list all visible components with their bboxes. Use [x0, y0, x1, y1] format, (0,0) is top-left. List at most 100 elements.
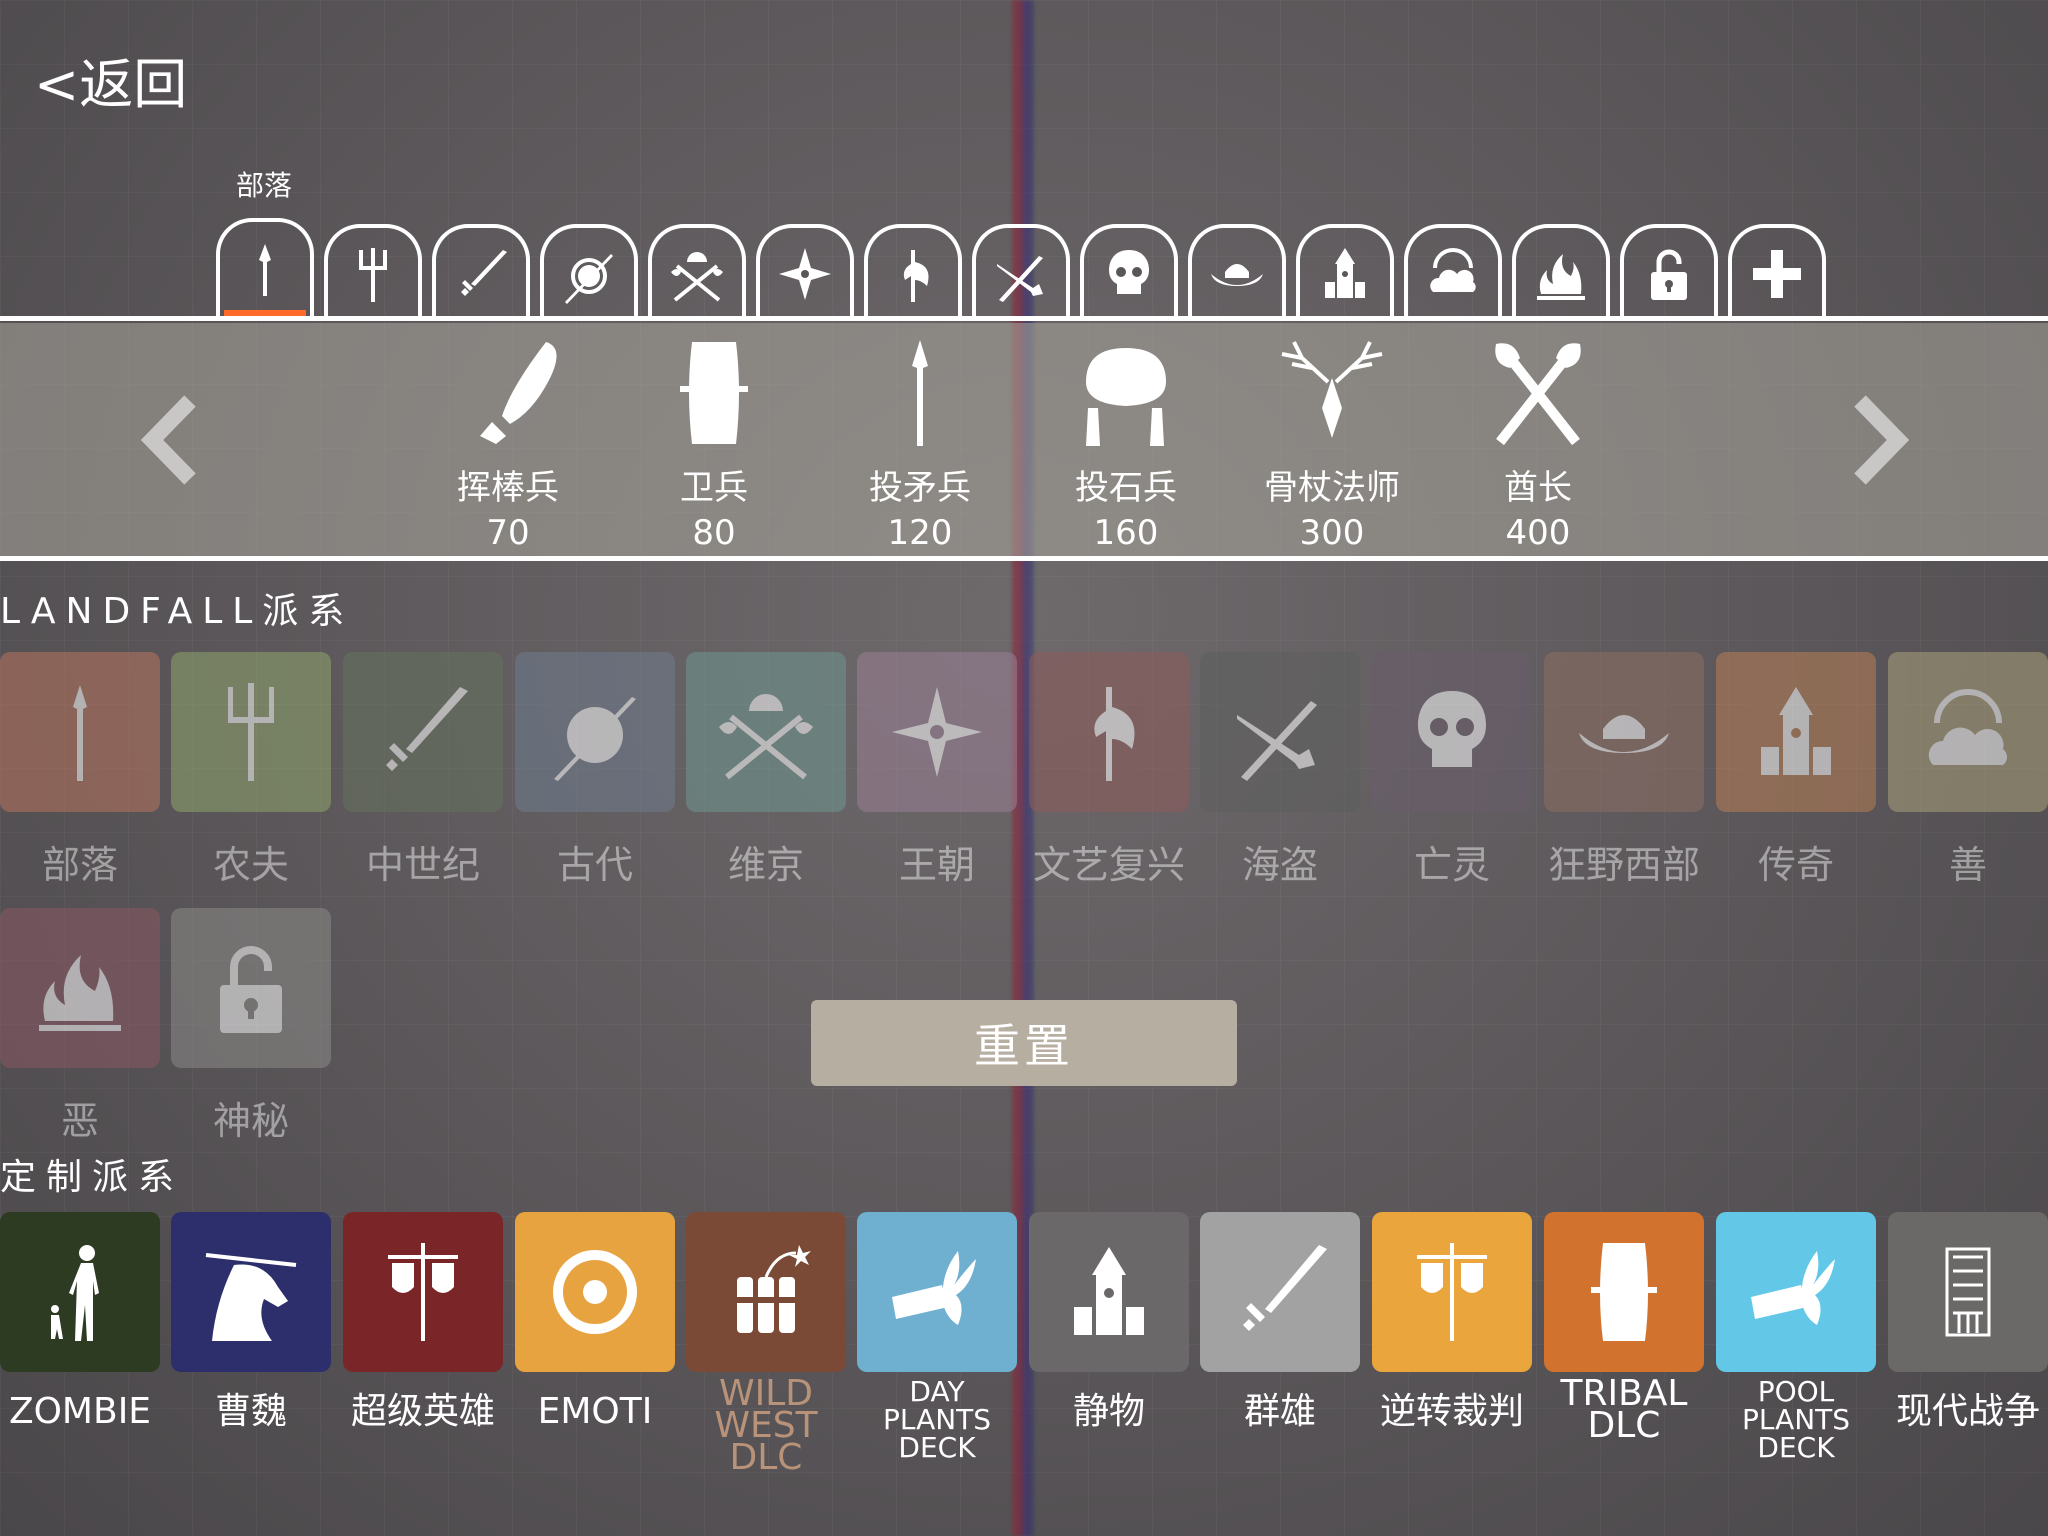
crossed-sword-pistol-icon: [997, 255, 1043, 302]
faction-zombie[interactable]: ZOMBIE: [0, 1212, 160, 1430]
zombie-icon: [51, 1245, 99, 1341]
unit-name: 投石兵: [1075, 468, 1177, 508]
tab-good[interactable]: [1404, 224, 1502, 319]
sword-icon: [1243, 1245, 1327, 1331]
sword-icon: [386, 687, 468, 771]
tab-viking[interactable]: [648, 224, 746, 319]
unit-stoner[interactable]: 投石兵 160: [1026, 330, 1226, 553]
faction-pool-plants-deck[interactable]: POOL PLANTS DECK: [1716, 1212, 1876, 1462]
shuriken-icon: [892, 687, 982, 777]
shield-spear-icon: [565, 253, 613, 304]
divider-bottom: [0, 556, 2048, 561]
tab-undead[interactable]: [1080, 224, 1178, 319]
tab-farmer[interactable]: [324, 224, 422, 319]
tab-wild-west[interactable]: [1188, 224, 1286, 319]
back-button[interactable]: <返回: [34, 40, 187, 119]
crossed-axes-helmet-icon: [671, 251, 723, 302]
tab-legendary[interactable]: [1296, 224, 1394, 319]
faction-evil[interactable]: 恶: [0, 908, 160, 1145]
plant-hand-icon: [892, 1251, 976, 1325]
faction-warlords[interactable]: 群雄: [1200, 1212, 1360, 1430]
selected-tab-caption: 部落: [236, 169, 293, 202]
wooden-shield-icon: [1591, 1243, 1657, 1341]
trident-icon: [228, 683, 274, 781]
skull-icon: [1418, 691, 1486, 767]
chevron-right-icon[interactable]: [1842, 395, 1912, 485]
unit-spear-thrower[interactable]: 投矛兵 120: [820, 330, 1020, 553]
faction-dynasty[interactable]: 王朝: [857, 652, 1017, 889]
faction-wild-west[interactable]: 狂野西部: [1544, 652, 1704, 889]
castle-icon: [1074, 1247, 1144, 1335]
unit-cost: 120: [887, 513, 953, 553]
faction-tribal[interactable]: 部落: [0, 652, 160, 889]
faction-modern-warfare[interactable]: 现代战争: [1888, 1212, 2048, 1430]
unit-clubber[interactable]: 挥棒兵 70: [408, 330, 608, 553]
banner-pole-icon: [1417, 1243, 1487, 1341]
faction-viking[interactable]: 维京: [686, 652, 846, 889]
faction-farmer[interactable]: 农夫: [171, 652, 331, 889]
faction-wild-west-dlc[interactable]: WILD WEST DLC: [686, 1212, 846, 1476]
faction-legendary[interactable]: 传奇: [1716, 652, 1876, 889]
castle-icon: [1761, 687, 1831, 775]
banner-pole-icon: [388, 1243, 458, 1341]
unit-protector[interactable]: 卫兵 80: [614, 330, 814, 553]
plus-icon: [1753, 249, 1801, 298]
faction-good[interactable]: 善: [1888, 652, 2048, 889]
tab-pirate[interactable]: [972, 224, 1070, 319]
faction-still-life[interactable]: 静物: [1029, 1212, 1189, 1430]
antler-staff-icon: [1281, 341, 1383, 438]
faction-tribal-dlc[interactable]: TRIBAL DLC: [1544, 1212, 1704, 1444]
unit-name: 挥棒兵: [457, 468, 559, 508]
unit-name: 卫兵: [680, 468, 748, 508]
ring-icon: [553, 1250, 637, 1334]
tab-medieval[interactable]: [432, 224, 530, 319]
divider-top: [0, 316, 2048, 321]
tab-secret[interactable]: [1620, 224, 1718, 319]
faction-secret[interactable]: 神秘: [171, 908, 331, 1145]
tower-building-icon: [1945, 1247, 1991, 1337]
club-icon: [480, 342, 557, 444]
boulder-icon: [1086, 348, 1166, 446]
faction-undead[interactable]: 亡灵: [1372, 652, 1532, 889]
sword-icon: [461, 249, 507, 296]
unit-cost: 300: [1299, 513, 1365, 553]
reset-button[interactable]: 重置: [811, 1000, 1237, 1086]
unit-bone-mage[interactable]: 骨杖法师 300: [1232, 330, 1432, 553]
unit-cost: 400: [1505, 513, 1571, 553]
padlock-icon: [220, 946, 282, 1033]
tab-renaissance[interactable]: [864, 224, 962, 319]
faction-day-plants-deck[interactable]: DAY PLANTS DECK: [857, 1212, 1017, 1462]
faction-pirate[interactable]: 海盗: [1200, 652, 1360, 889]
tab-ancient[interactable]: [540, 224, 638, 319]
faction-emoti[interactable]: EMOTI: [515, 1212, 675, 1430]
unit-name: 投矛兵: [869, 468, 971, 508]
unit-panel: [0, 323, 2048, 558]
crossed-sword-pistol-icon: [1237, 701, 1317, 781]
cowboy-hat-icon: [1211, 263, 1263, 286]
faction-ancient[interactable]: 古代: [515, 652, 675, 889]
spear-icon: [912, 340, 928, 446]
landfall-section-title: LANDFALL派系: [0, 591, 355, 632]
unit-name: 骨杖法师: [1264, 468, 1400, 508]
faction-cao-wei[interactable]: 曹魏: [171, 1212, 331, 1430]
shuriken-icon: [779, 247, 831, 300]
faction-ace-attorney[interactable]: 逆转裁判: [1372, 1212, 1532, 1430]
trident-icon: [359, 247, 387, 302]
unit-cost: 80: [692, 513, 736, 553]
faction-renaissance[interactable]: 文艺复兴: [1029, 652, 1189, 889]
tab-add-faction[interactable]: [1728, 224, 1826, 319]
halberd-icon: [1094, 687, 1135, 781]
unit-chieftain[interactable]: 酋长 400: [1438, 330, 1638, 553]
tab-dynasty[interactable]: [756, 224, 854, 319]
dynamite-icon: [733, 1245, 811, 1333]
unit-cost: 160: [1093, 513, 1159, 553]
cowboy-hat-icon: [1579, 715, 1669, 753]
faction-medieval[interactable]: 中世纪: [343, 652, 503, 889]
faction-superheroes[interactable]: 超级英雄: [343, 1212, 503, 1430]
unit-cost: 70: [486, 513, 530, 553]
tab-tribal[interactable]: [216, 218, 314, 318]
flames-icon: [39, 955, 121, 1031]
spear-icon: [259, 244, 271, 296]
tab-evil[interactable]: [1512, 224, 1610, 319]
chevron-left-icon[interactable]: [138, 395, 208, 485]
